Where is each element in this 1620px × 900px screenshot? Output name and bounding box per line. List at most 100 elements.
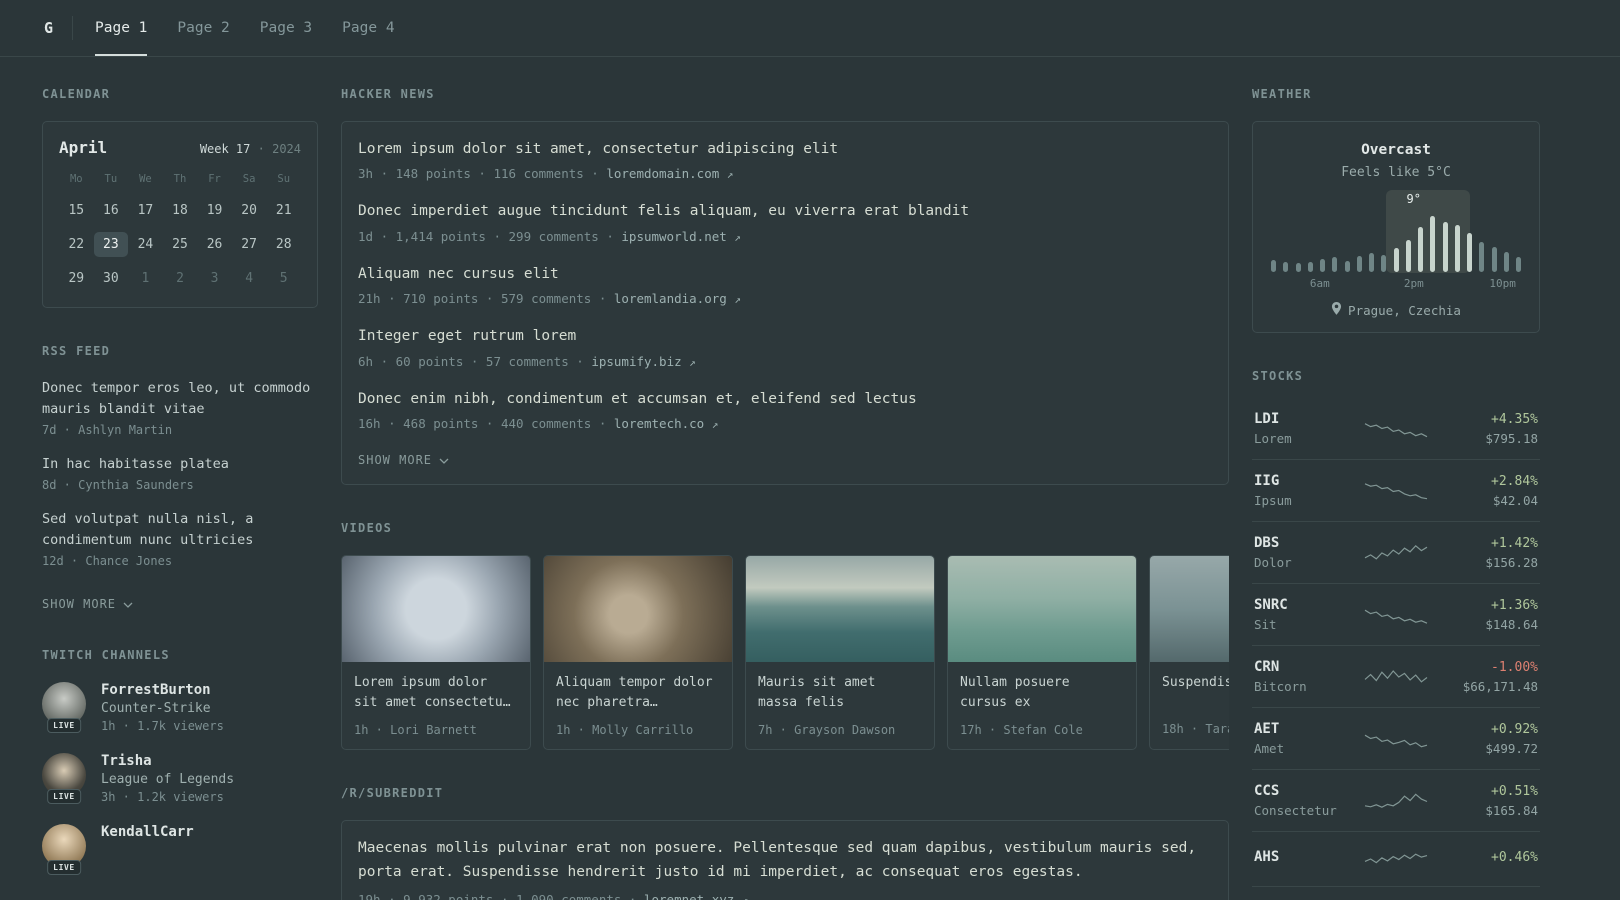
calendar-day[interactable]: 27: [232, 232, 267, 257]
stock-name: Sit: [1254, 617, 1277, 632]
weather-peak-temp: 9°: [1406, 192, 1421, 206]
tab-page-3[interactable]: Page 3: [260, 0, 312, 56]
calendar-week-label: Week 17: [199, 142, 251, 156]
video-meta: 1h · Lori Barnett: [354, 722, 477, 737]
calendar-day[interactable]: 1: [128, 266, 163, 291]
tab-page-1[interactable]: Page 1: [95, 0, 148, 56]
hackernews-item: Lorem ipsum dolor sit amet, consectetur …: [358, 138, 1212, 181]
chevron-down-icon: [439, 453, 449, 467]
app-logo: G: [44, 19, 54, 37]
hackernews-item: Donec enim nibh, condimentum et accumsan…: [358, 388, 1212, 431]
weather-bar: [1356, 256, 1362, 272]
hackernews-item-meta: 1d · 1,414 points · 299 comments ·: [358, 228, 614, 244]
calendar-day[interactable]: 2: [163, 266, 198, 291]
stock-sparkline: [1364, 544, 1428, 560]
calendar-day[interactable]: 28: [266, 232, 301, 257]
stock-row: IIG Ipsum +2.84% $42.04: [1252, 460, 1540, 522]
video-title: Aliquam tempor dolor nec pharetra…: [556, 675, 713, 711]
stock-symbol: CRN: [1254, 659, 1280, 675]
calendar-day[interactable]: 26: [197, 232, 232, 257]
hackernews-item-title[interactable]: Lorem ipsum dolor sit amet, consectetur …: [358, 138, 1212, 160]
calendar-day[interactable]: 22: [59, 232, 94, 257]
external-link-icon: ↗: [726, 168, 734, 182]
video-card[interactable]: Nullam posuere cursus ex 17h · Stefan Co…: [947, 555, 1137, 750]
twitch-channel-meta: 3h · 1.2k viewers: [101, 789, 224, 804]
stock-sparkline: [1364, 422, 1428, 437]
twitch-channel[interactable]: LIVE ForrestBurton Counter-Strike 1h · 1…: [42, 681, 318, 733]
weather-bar: [1344, 261, 1350, 272]
twitch-channel[interactable]: LIVE Trisha League of Legends 3h · 1.2k …: [42, 752, 318, 804]
calendar-day[interactable]: 16: [94, 198, 129, 223]
hackernews-show-more-button[interactable]: SHOW MORE: [358, 453, 449, 467]
rss-item-meta: 7d · Ashlyn Martin: [42, 422, 173, 437]
twitch-channel-name[interactable]: Trisha: [101, 753, 234, 769]
calendar-day[interactable]: 4: [232, 266, 267, 291]
video-card[interactable]: Lorem ipsum dolor sit amet consectetu… 1…: [341, 555, 531, 750]
stock-sparkline: [1364, 482, 1428, 499]
stock-price: $42.04: [1492, 492, 1538, 508]
subreddit-section-title: /R/SUBREDDIT: [341, 785, 444, 800]
video-meta: 7h · Grayson Dawson: [758, 722, 896, 737]
stock-change: +2.84%: [1491, 473, 1538, 489]
rss-item-title[interactable]: Donec tempor eros leo, ut commodo mauris…: [42, 378, 318, 420]
hackernews-domain-link[interactable]: loremtech.co: [614, 416, 704, 431]
stock-price: $156.28: [1485, 554, 1538, 570]
calendar-day[interactable]: 30: [94, 266, 129, 291]
weather-bar: [1418, 227, 1423, 272]
rss-item: In hac habitasse platea 8d · Cynthia Sau…: [42, 454, 318, 492]
weather-bar: [1516, 257, 1521, 272]
calendar-day[interactable]: 15: [59, 198, 94, 223]
hackernews-domain-link[interactable]: loremdomain.com: [606, 166, 719, 181]
rss-item-title[interactable]: In hac habitasse platea: [42, 454, 318, 475]
calendar-day[interactable]: 18: [163, 198, 198, 223]
tab-page-2[interactable]: Page 2: [177, 0, 229, 56]
hackernews-item-title[interactable]: Donec enim nibh, condimentum et accumsan…: [358, 388, 1212, 410]
stock-sparkline: [1364, 669, 1428, 683]
calendar-day[interactable]: 29: [59, 266, 94, 291]
tab-page-4[interactable]: Page 4: [342, 0, 394, 56]
calendar-day[interactable]: 17: [128, 198, 163, 223]
hackernews-item-title[interactable]: Integer eget rutrum lorem: [358, 325, 1212, 347]
weather-bar: [1467, 233, 1472, 272]
calendar-day[interactable]: 19: [197, 198, 232, 223]
hackernews-domain-link[interactable]: ipsumify.biz: [591, 354, 681, 369]
nav-divider: [72, 16, 73, 40]
calendar-day-selected[interactable]: 23: [93, 232, 129, 257]
rss-item-title[interactable]: Sed volutpat nulla nisl, a condimentum n…: [42, 509, 318, 551]
calendar-day[interactable]: 21: [266, 198, 301, 223]
calendar-card: April Week 17 · 2024 Mo Tu We Th Fr Sa Su 15 16 1…: [42, 121, 318, 308]
twitch-channel-name[interactable]: KendallCarr: [101, 824, 194, 840]
video-card[interactable]: Suspendisse diam 18h · Tara: [1149, 555, 1229, 750]
rss-section-title: RSS FEED: [42, 344, 111, 358]
calendar-day[interactable]: 24: [128, 232, 163, 257]
stocks-section-title: STOCKS: [1252, 369, 1304, 383]
hackernews-item-title[interactable]: Aliquam nec cursus elit: [358, 263, 1212, 285]
hackernews-section-title: HACKER NEWS: [341, 87, 435, 101]
stock-sparkline: [1364, 609, 1428, 624]
hackernews-item-title[interactable]: Donec imperdiet augue tincidunt felis al…: [358, 200, 1212, 222]
video-title: Mauris sit amet massa felis: [758, 675, 876, 711]
rss-show-more-button[interactable]: SHOW MORE: [42, 597, 133, 611]
video-meta: 1h · Molly Carrillo: [556, 722, 694, 737]
hackernews-domain-link[interactable]: loremlandia.org: [614, 291, 727, 306]
videos-row: Lorem ipsum dolor sit amet consectetu… 1…: [341, 555, 1229, 750]
stock-change: +1.42%: [1491, 535, 1538, 551]
dot-separator: ·: [257, 142, 265, 156]
twitch-channel-name[interactable]: ForrestBurton: [101, 682, 224, 698]
hackernews-card: Lorem ipsum dolor sit amet, consectetur …: [341, 121, 1229, 486]
subreddit-post-title[interactable]: Maecenas mollis pulvinar erat non posuer…: [358, 837, 1212, 885]
calendar-day[interactable]: 20: [232, 198, 267, 223]
video-card[interactable]: Aliquam tempor dolor nec pharetra… 1h · …: [543, 555, 733, 750]
calendar-day[interactable]: 3: [197, 266, 232, 291]
twitch-channel[interactable]: LIVE KendallCarr: [42, 823, 318, 875]
stock-row: DBS Dolor +1.42% $156.28: [1252, 522, 1540, 584]
calendar-day[interactable]: 5: [266, 266, 301, 291]
subreddit-domain-link[interactable]: loremnet.xyz: [644, 892, 734, 900]
video-card[interactable]: Mauris sit amet massa felis 7h · Grayson…: [745, 555, 935, 750]
weather-condition: Overcast: [1361, 142, 1431, 158]
calendar-day-header: Fr: [208, 173, 221, 185]
stock-row: AHS +0.46%: [1252, 832, 1540, 887]
stock-symbol: IIG: [1254, 473, 1280, 489]
calendar-day[interactable]: 25: [163, 232, 198, 257]
hackernews-domain-link[interactable]: ipsumworld.net: [621, 229, 726, 244]
